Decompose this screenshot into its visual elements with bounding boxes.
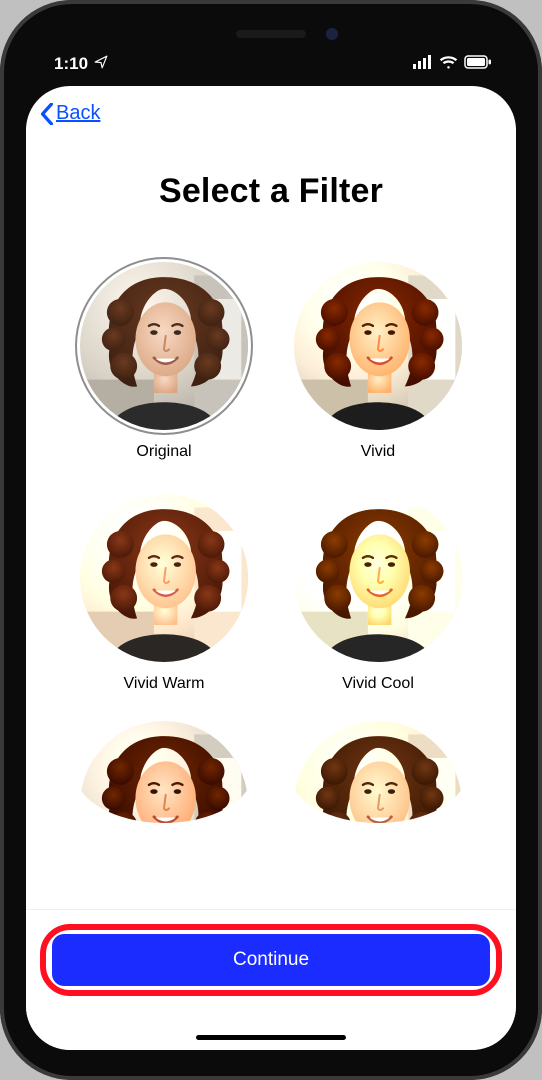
- nav-bar: Back: [26, 86, 516, 136]
- filter-option[interactable]: Vivid: [280, 257, 476, 461]
- avatar-ring: [75, 489, 253, 667]
- filter-label: Original: [136, 443, 191, 461]
- device-frame: 1:10 Back Select a Filter: [0, 0, 542, 1080]
- page-title: Select a Filter: [26, 172, 516, 211]
- avatar-image: [294, 721, 462, 823]
- avatar-ring: [289, 721, 467, 823]
- filter-option[interactable]: Vivid Cool: [280, 489, 476, 693]
- filter-label: Vivid: [361, 443, 395, 461]
- filter-grid: Original Vivid Vivid Warm Vivid Cool: [26, 211, 516, 823]
- back-button[interactable]: Back: [40, 102, 100, 125]
- home-indicator[interactable]: [196, 1035, 346, 1040]
- location-arrow-icon: [94, 54, 108, 74]
- front-camera-icon: [326, 28, 338, 40]
- status-bar: 1:10: [0, 42, 542, 86]
- filter-label: Vivid Warm: [124, 675, 205, 693]
- avatar-ring: [75, 257, 253, 435]
- cell-signal-icon: [413, 54, 433, 74]
- filter-option[interactable]: Original: [66, 257, 262, 461]
- filter-option[interactable]: [66, 721, 262, 823]
- wifi-icon: [439, 54, 458, 74]
- avatar-image: [80, 721, 248, 823]
- status-time: 1:10: [54, 54, 88, 74]
- filter-option[interactable]: Vivid Warm: [66, 489, 262, 693]
- chevron-left-icon: [40, 103, 54, 125]
- avatar-ring: [75, 721, 253, 823]
- battery-icon: [464, 54, 492, 74]
- filter-label: Vivid Cool: [342, 675, 414, 693]
- continue-label: Continue: [233, 949, 309, 970]
- speaker-grille: [236, 30, 306, 38]
- avatar-image: [294, 494, 462, 662]
- back-label: Back: [56, 102, 100, 125]
- avatar-image: [80, 262, 248, 430]
- avatar-image: [294, 262, 462, 430]
- avatar-image: [80, 494, 248, 662]
- bottom-bar: Continue: [26, 910, 516, 1050]
- filter-option[interactable]: [280, 721, 476, 823]
- continue-button[interactable]: Continue: [52, 934, 490, 986]
- screen: Back Select a Filter Original Vivid Vivi…: [26, 86, 516, 1050]
- avatar-ring: [289, 257, 467, 435]
- avatar-ring: [289, 489, 467, 667]
